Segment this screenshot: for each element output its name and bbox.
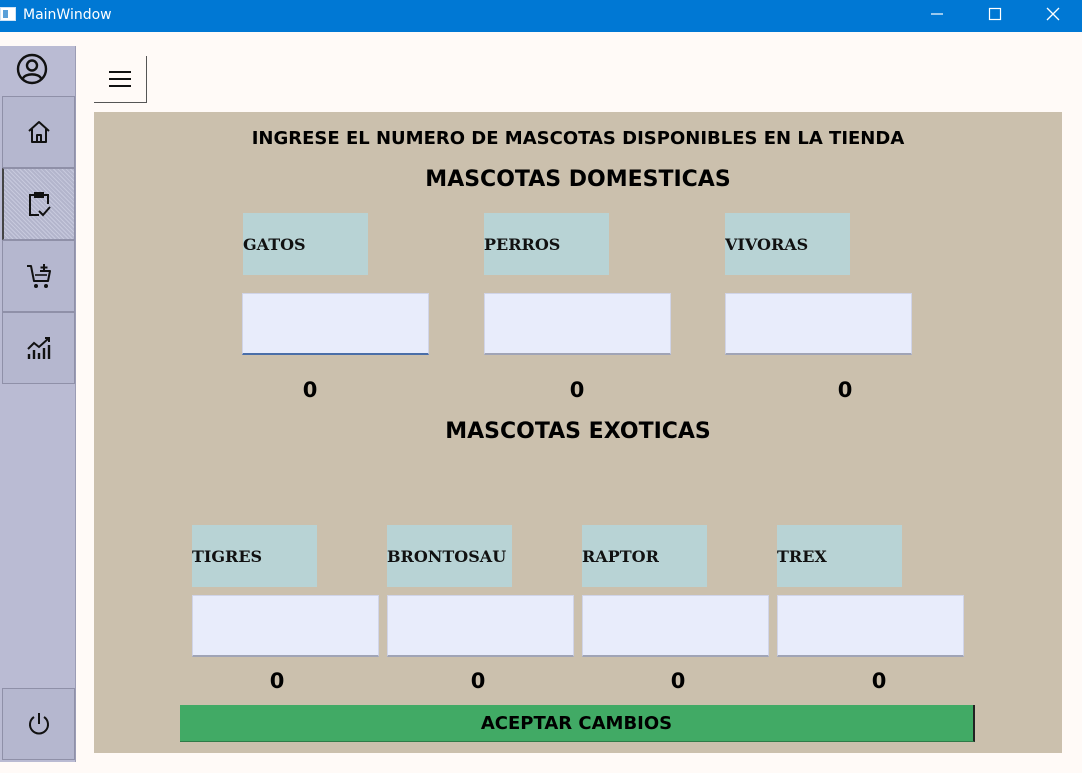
sidebar-item-cart[interactable] — [2, 240, 75, 312]
close-icon — [1046, 7, 1060, 21]
close-button[interactable] — [1024, 0, 1082, 28]
clipboard-check-icon — [29, 192, 51, 217]
label-gatos: GATOS — [243, 213, 368, 275]
vivoras-input[interactable] — [725, 293, 912, 355]
chart-icon — [26, 337, 50, 359]
gatos-input[interactable] — [242, 293, 429, 355]
hamburger-icon — [109, 71, 131, 87]
perros-count: 0 — [569, 378, 585, 402]
content-panel: INGRESE EL NUMERO DE MASCOTAS DISPONIBLE… — [94, 112, 1062, 753]
label-raptor: RAPTOR — [582, 525, 707, 587]
trex-count: 0 — [871, 669, 887, 693]
label-trex: TREX — [777, 525, 902, 587]
label-perros: PERROS — [484, 213, 609, 275]
minimize-button[interactable] — [908, 0, 966, 28]
sidebar-item-register[interactable] — [2, 168, 75, 240]
trex-input[interactable] — [777, 595, 964, 657]
raptor-count: 0 — [670, 669, 686, 693]
tigres-count: 0 — [269, 669, 285, 693]
domestic-heading: MASCOTAS DOMESTICAS — [425, 167, 731, 192]
sidebar — [0, 46, 76, 762]
avatar[interactable] — [14, 51, 50, 87]
sidebar-item-stats[interactable] — [2, 312, 75, 384]
gatos-count: 0 — [302, 378, 318, 402]
home-icon — [27, 121, 50, 143]
label-vivoras: VIVORAS — [725, 213, 850, 275]
cart-add-icon — [26, 264, 51, 288]
user-circle-icon — [16, 53, 48, 85]
label-tigres: TIGRES — [192, 525, 317, 587]
window-title: MainWindow — [23, 7, 112, 23]
sidebar-item-power[interactable] — [2, 688, 75, 760]
exotic-heading: MASCOTAS EXOTICAS — [445, 419, 711, 444]
menu-button[interactable] — [94, 56, 147, 103]
label-brontosau: BRONTOSAU — [387, 525, 512, 587]
page-title: INGRESE EL NUMERO DE MASCOTAS DISPONIBLE… — [251, 128, 905, 149]
accept-changes-button[interactable]: ACEPTAR CAMBIOS — [180, 705, 975, 742]
title-bar: MainWindow — [0, 0, 1082, 32]
vivoras-count: 0 — [837, 378, 853, 402]
app-icon — [0, 7, 16, 21]
raptor-input[interactable] — [582, 595, 769, 657]
maximize-button[interactable] — [966, 0, 1024, 28]
tigres-input[interactable] — [192, 595, 379, 657]
perros-input[interactable] — [484, 293, 671, 355]
brontosau-input[interactable] — [387, 595, 574, 657]
brontosau-count: 0 — [470, 669, 486, 693]
minimize-icon — [931, 13, 943, 15]
power-icon — [28, 713, 49, 735]
sidebar-item-home[interactable] — [2, 96, 75, 168]
maximize-icon — [988, 7, 1002, 21]
